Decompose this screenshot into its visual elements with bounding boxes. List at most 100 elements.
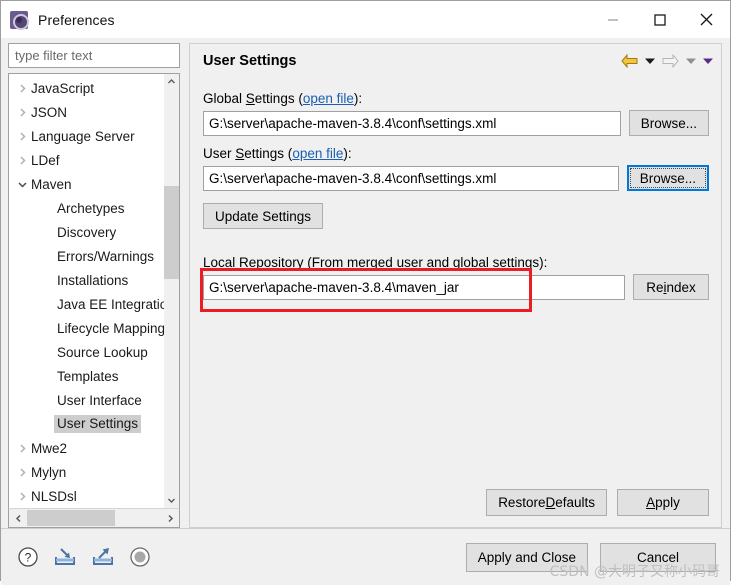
chevron-right-icon[interactable]: [13, 83, 31, 94]
global-settings-row: G:\server\apache-maven-3.8.4\conf\settin…: [203, 110, 709, 136]
chevron-right-icon[interactable]: [13, 467, 31, 478]
maximize-icon[interactable]: [636, 1, 683, 38]
global-settings-open-file-link[interactable]: open file: [303, 91, 354, 106]
user-settings-row: G:\server\apache-maven-3.8.4\conf\settin…: [203, 165, 709, 191]
sidebar-item-language-server[interactable]: Language Server: [9, 124, 164, 148]
view-menu-dropdown-icon[interactable]: [703, 57, 713, 65]
sidebar-item-label: Templates: [57, 368, 119, 384]
sidebar-item-lifecycle-mappings[interactable]: Lifecycle Mappings: [9, 316, 164, 340]
global-settings-label-mnemonic: S: [245, 91, 255, 106]
chevron-right-icon[interactable]: [13, 131, 31, 142]
sidebar-item-mwe2[interactable]: Mwe2: [9, 436, 164, 460]
apply-label-mnemonic: A: [646, 495, 656, 510]
sidebar-item-label: Mylyn: [31, 464, 67, 480]
reindex-label-pre: Re: [646, 279, 664, 295]
sidebar-item-javascript[interactable]: JavaScript: [9, 76, 164, 100]
page-nav-tools: [621, 44, 713, 78]
page-content: Global Settings (open file): G:\server\a…: [189, 77, 722, 528]
tree-vertical-scrollbar[interactable]: [164, 74, 179, 508]
sidebar-item-user-settings[interactable]: User Settings: [9, 412, 164, 436]
user-settings-input[interactable]: G:\server\apache-maven-3.8.4\conf\settin…: [203, 165, 619, 191]
cancel-button[interactable]: Cancel: [600, 542, 716, 572]
preference-tree[interactable]: JavaScript JSON Language Server LDef Maven Ar…: [9, 74, 164, 508]
restore-defaults-label-mnemonic: D: [545, 495, 556, 510]
scroll-right-icon[interactable]: [161, 509, 179, 527]
local-repository-label: Local Repository (From merged user and g…: [203, 255, 548, 270]
filter-placeholder: type filter text: [15, 48, 93, 63]
apply-button[interactable]: Apply: [617, 489, 709, 516]
svg-text:?: ?: [25, 551, 32, 565]
chevron-right-icon[interactable]: [13, 155, 31, 166]
page-bottom-buttons: Restore Defaults Apply: [203, 489, 709, 527]
tree-hscroll-thumb[interactable]: [27, 510, 116, 526]
scroll-down-icon[interactable]: [164, 493, 179, 508]
sidebar-item-json[interactable]: JSON: [9, 100, 164, 124]
user-settings-label-suffix: ):: [343, 146, 352, 161]
sidebar-item-java-ee-integration[interactable]: Java EE Integration: [9, 292, 164, 316]
sidebar: type filter text JavaScript JSON Language …: [1, 38, 186, 528]
preference-tree-wrapper: JavaScript JSON Language Server LDef Maven Ar…: [8, 73, 180, 528]
sidebar-item-errors-warnings[interactable]: Errors/Warnings: [9, 244, 164, 268]
back-dropdown-icon[interactable]: [645, 57, 655, 65]
local-repository-input[interactable]: G:\server\apache-maven-3.8.4\maven_jar: [203, 274, 625, 300]
sidebar-item-label: LDef: [31, 152, 60, 168]
forward-dropdown-icon: [686, 57, 696, 65]
preferences-dialog: Preferences type filter text JavaScript J…: [0, 0, 731, 585]
minimize-icon[interactable]: [589, 1, 636, 38]
sidebar-item-label: JavaScript: [31, 80, 95, 96]
import-icon[interactable]: [53, 546, 77, 568]
user-settings-browse-button[interactable]: Browse...: [626, 165, 709, 191]
tree-vscroll-thumb[interactable]: [164, 185, 179, 279]
sidebar-item-mylyn[interactable]: Mylyn: [9, 460, 164, 484]
sidebar-item-installations[interactable]: Installations: [9, 268, 164, 292]
help-icon[interactable]: ?: [17, 546, 39, 568]
sidebar-item-label: Mwe2: [31, 440, 68, 456]
export-icon[interactable]: [91, 546, 115, 568]
user-settings-open-file-link[interactable]: open file: [292, 146, 343, 161]
user-settings-label: User Settings (open file):: [203, 146, 709, 161]
chevron-right-icon[interactable]: [13, 443, 31, 454]
scroll-up-icon[interactable]: [164, 74, 179, 89]
global-settings-label: Global Settings (open file):: [203, 91, 709, 106]
restore-defaults-button[interactable]: Restore Defaults: [486, 489, 607, 516]
page-title: User Settings: [203, 52, 297, 69]
reindex-button[interactable]: Re i ndex: [633, 274, 709, 300]
chevron-down-icon[interactable]: [13, 179, 31, 190]
apply-label-post: pply: [655, 495, 680, 510]
tree-hscroll-track[interactable]: [27, 509, 161, 527]
window-title: Preferences: [38, 11, 115, 28]
sidebar-item-label: Source Lookup: [57, 344, 148, 360]
sidebar-item-label: User Settings: [54, 415, 142, 433]
chevron-right-icon[interactable]: [13, 491, 31, 502]
sidebar-item-discovery[interactable]: Discovery: [9, 220, 164, 244]
sidebar-item-source-lookup[interactable]: Source Lookup: [9, 340, 164, 364]
sidebar-item-templates[interactable]: Templates: [9, 364, 164, 388]
window-controls: [589, 1, 730, 38]
apply-and-close-button[interactable]: Apply and Close: [465, 542, 588, 572]
sidebar-item-ldef[interactable]: LDef: [9, 148, 164, 172]
filter-input[interactable]: type filter text: [8, 43, 180, 68]
sidebar-item-archetypes[interactable]: Archetypes: [9, 196, 164, 220]
global-settings-browse-button[interactable]: Browse...: [628, 110, 709, 136]
global-settings-input[interactable]: G:\server\apache-maven-3.8.4\conf\settin…: [203, 110, 621, 136]
sidebar-item-label: Discovery: [57, 224, 117, 240]
record-icon[interactable]: [129, 546, 151, 568]
update-settings-button[interactable]: Update Settings: [203, 203, 324, 229]
user-settings-label-rest: ettings (: [244, 146, 293, 161]
restore-defaults-label-post: efaults: [555, 495, 595, 510]
tree-horizontal-scrollbar[interactable]: [8, 508, 180, 528]
sidebar-item-label: User Interface: [57, 392, 142, 408]
close-icon[interactable]: [683, 1, 730, 38]
back-arrow-icon[interactable]: [621, 54, 638, 68]
sidebar-item-label: Archetypes: [57, 200, 125, 216]
sidebar-item-label: Lifecycle Mappings: [57, 320, 164, 336]
tree-vscroll-track[interactable]: [164, 89, 179, 493]
preference-page: User Settings Global Settings (open file…: [186, 38, 730, 528]
scroll-left-icon[interactable]: [9, 509, 27, 527]
sidebar-item-nlsdsl[interactable]: NLSDsl: [9, 484, 164, 508]
sidebar-item-user-interface[interactable]: User Interface: [9, 388, 164, 412]
reindex-label-post: ndex: [666, 279, 696, 295]
chevron-right-icon[interactable]: [13, 107, 31, 118]
footer-icon-group: ?: [17, 546, 151, 568]
sidebar-item-maven[interactable]: Maven: [9, 172, 164, 196]
